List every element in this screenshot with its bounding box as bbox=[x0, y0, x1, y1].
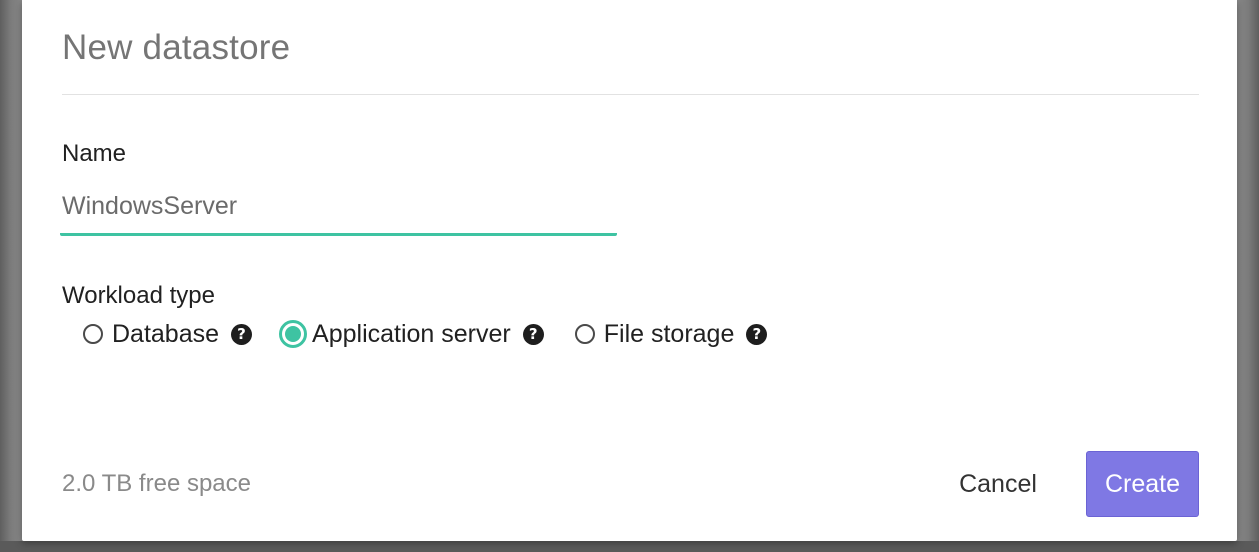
dialog-title: New datastore bbox=[62, 28, 291, 67]
radio-unselected-icon[interactable] bbox=[574, 324, 595, 344]
create-button[interactable]: Create bbox=[1086, 451, 1199, 517]
name-label: Name bbox=[62, 140, 127, 167]
workload-type-radio-group: Database ? Application server ? File sto… bbox=[78, 316, 793, 352]
title-divider bbox=[62, 94, 1199, 95]
modal-backdrop bbox=[0, 541, 1259, 552]
name-input[interactable] bbox=[60, 186, 617, 236]
workload-type-label: Workload type bbox=[62, 282, 215, 309]
radio-selected-icon[interactable] bbox=[279, 320, 308, 348]
workload-option-file-storage[interactable]: File storage ? bbox=[570, 319, 768, 349]
radio-unselected-icon[interactable] bbox=[83, 324, 103, 344]
workload-option-label: Database bbox=[112, 319, 220, 348]
workload-option-label: Application server bbox=[312, 319, 511, 348]
cancel-button[interactable]: Cancel bbox=[948, 452, 1048, 516]
workload-option-label: File storage bbox=[603, 319, 735, 348]
free-space-text: 2.0 TB free space bbox=[62, 470, 251, 497]
workload-option-database[interactable]: Database ? bbox=[78, 319, 253, 349]
new-datastore-dialog: New datastore Name Workload type Databas… bbox=[22, 0, 1237, 541]
question-circle-icon[interactable]: ? bbox=[231, 323, 253, 345]
workload-option-application-server[interactable]: Application server ? bbox=[278, 319, 544, 349]
question-circle-icon[interactable]: ? bbox=[522, 323, 544, 345]
question-circle-icon[interactable]: ? bbox=[746, 323, 768, 345]
